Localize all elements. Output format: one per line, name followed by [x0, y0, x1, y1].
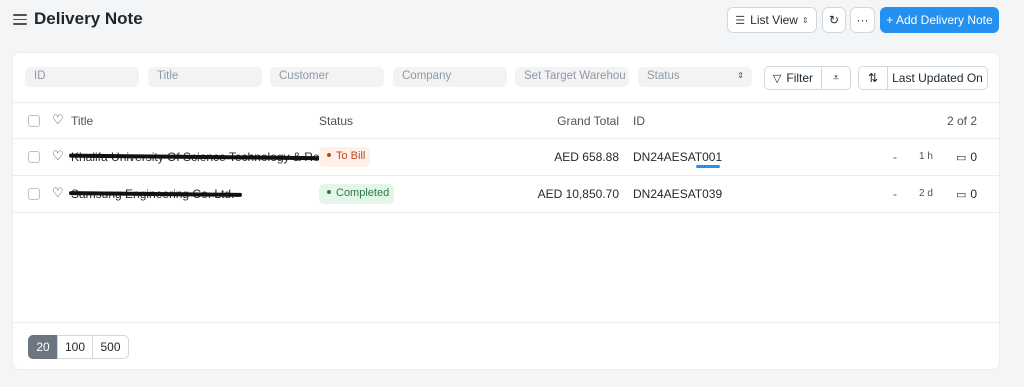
row-id[interactable]: DN24AESAT039	[633, 187, 722, 201]
add-delivery-note-button[interactable]: + Add Delivery Note	[880, 7, 999, 33]
redacted-title: Samsung Engineering Co. Ltd.	[71, 187, 235, 201]
comment-count[interactable]: ▭ 0	[956, 187, 977, 201]
comment-count-label: 0	[970, 150, 978, 164]
more-actions-button[interactable]: ···	[850, 7, 875, 33]
select-all-checkbox[interactable]	[28, 115, 40, 127]
clear-filter-button[interactable]: ⩡	[821, 66, 851, 90]
column-title: Title	[71, 114, 94, 128]
text-cursor-underline	[696, 165, 720, 168]
status-filter-label: Status	[647, 70, 680, 82]
row-modified: 1 h	[919, 151, 933, 162]
chevron-updown-icon: ⇕	[737, 71, 744, 80]
filter-button[interactable]: ▽ Filter	[764, 66, 822, 90]
table-row[interactable]: ♡ Khalifa University Of Science Technolo…	[13, 139, 999, 176]
status-label: To Bill	[336, 150, 366, 162]
sort-field-button[interactable]: Last Updated On	[887, 66, 988, 90]
list-view-button[interactable]: ☰ List View ⇕	[727, 7, 817, 33]
status-badge: To Bill	[319, 147, 370, 167]
comment-icon: ▭	[956, 152, 967, 164]
chevron-updown-icon: ⇕	[801, 15, 809, 25]
row-id[interactable]: DN24AESAT001	[633, 150, 722, 164]
heart-icon[interactable]: ♡	[52, 186, 64, 200]
comment-icon: ▭	[956, 189, 967, 201]
status-label: Completed	[336, 187, 390, 199]
sidebar-toggle-icon[interactable]	[13, 14, 27, 26]
row-title[interactable]: Khalifa University Of Science Technology…	[71, 150, 329, 164]
column-status: Status	[319, 114, 354, 128]
heart-icon[interactable]: ♡	[52, 149, 64, 163]
column-id: ID	[633, 114, 645, 128]
customer-filter-input[interactable]: Customer	[270, 67, 384, 87]
target-warehouse-filter-input[interactable]: Set Target Warehou	[515, 67, 629, 87]
funnel-clear-icon: ⩡	[832, 71, 840, 84]
filter-bar: ID Title Customer Company Set Target War…	[13, 53, 999, 103]
column-grand-total: Grand Total	[557, 114, 619, 128]
sort-icon: ⇅	[867, 71, 879, 85]
more-icon: ···	[856, 13, 869, 27]
comment-count-label: 0	[970, 187, 978, 201]
sort-field-label: Last Updated On	[892, 71, 983, 85]
page-size-500-button[interactable]: 500	[92, 335, 129, 359]
refresh-button[interactable]: ↻	[822, 7, 846, 33]
row-grand-total: AED 10,850.70	[537, 187, 619, 201]
sort-order-button[interactable]: ⇅	[858, 66, 888, 90]
pagination-bar: 20 100 500	[13, 322, 999, 370]
record-count: 2 of 2	[946, 114, 977, 128]
filter-label: Filter	[786, 71, 814, 85]
status-filter-select[interactable]: Status ⇕	[638, 67, 752, 87]
row-title[interactable]: Samsung Engineering Co. Ltd.	[71, 187, 234, 201]
status-badge: Completed	[319, 184, 394, 204]
refresh-icon: ↻	[828, 13, 840, 27]
row-checkbox[interactable]	[28, 151, 40, 163]
heart-icon[interactable]: ♡	[52, 113, 64, 127]
list-view-label: List View	[750, 13, 798, 27]
table-row[interactable]: ♡ Samsung Engineering Co. Ltd. Completed…	[13, 176, 999, 213]
add-delivery-note-label: + Add Delivery Note	[886, 13, 993, 27]
company-filter-input[interactable]: Company	[393, 67, 507, 87]
status-dot	[327, 190, 331, 195]
id-filter-input[interactable]: ID	[25, 67, 139, 87]
comment-count[interactable]: ▭ 0	[956, 150, 977, 164]
page-title: Delivery Note	[34, 9, 143, 28]
page-header: Delivery Note ☰ List View ⇕ ↻ ··· + Add …	[0, 0, 1024, 40]
page-size-100-button[interactable]: 100	[57, 335, 93, 359]
row-checkbox[interactable]	[28, 188, 40, 200]
row-dash: -	[893, 187, 897, 201]
status-dot	[327, 153, 331, 158]
table-header: ♡ Title Status Grand Total ID 2 of 2	[13, 103, 999, 139]
row-modified: 2 d	[919, 188, 933, 199]
list-icon: ☰	[735, 14, 746, 27]
row-dash: -	[893, 150, 897, 164]
redacted-title: Khalifa University Of Science Technology…	[71, 150, 329, 164]
funnel-icon: ▽	[772, 72, 782, 85]
row-grand-total: AED 658.88	[554, 150, 619, 164]
page-size-20-button[interactable]: 20	[28, 335, 58, 359]
title-filter-input[interactable]: Title	[148, 67, 262, 87]
list-card: ID Title Customer Company Set Target War…	[12, 52, 1000, 370]
